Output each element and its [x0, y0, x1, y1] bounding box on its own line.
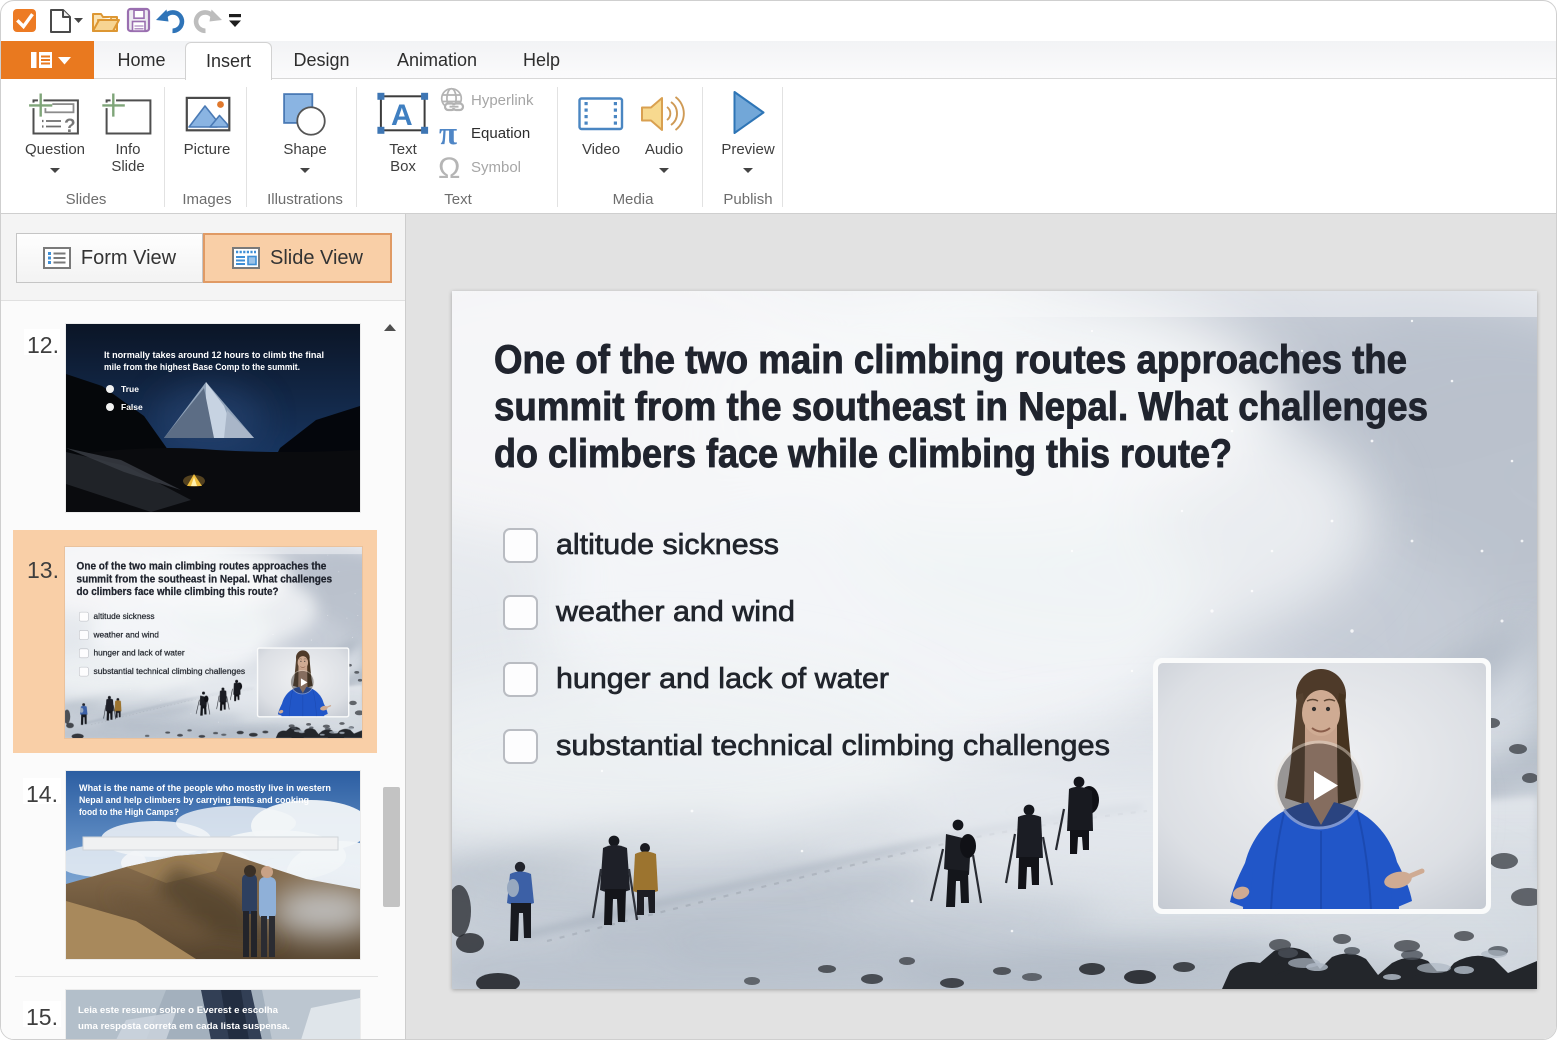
- svg-text:uma resposta correta em cada l: uma resposta correta em cada lista suspe…: [78, 1021, 290, 1031]
- svg-text:It normally takes around 12 ho: It normally takes around 12 hours to cli…: [104, 350, 324, 360]
- svg-text:A: A: [391, 99, 413, 132]
- svg-text:Nepal and help climbers by car: Nepal and help climbers by carrying tent…: [79, 795, 309, 805]
- svg-text:False: False: [121, 402, 143, 412]
- svg-text:?: ?: [64, 116, 76, 137]
- svg-text:True: True: [121, 384, 139, 394]
- svg-text:Leia este resumo sobre o Evere: Leia este resumo sobre o Everest e escol…: [78, 1005, 279, 1015]
- svg-text:What is the name of the people: What is the name of the people who mostl…: [79, 783, 331, 793]
- svg-text:food to the High Camps?: food to the High Camps?: [79, 807, 179, 817]
- svg-text:mile from the highest Base Com: mile from the highest Base Comp to the s…: [104, 362, 300, 372]
